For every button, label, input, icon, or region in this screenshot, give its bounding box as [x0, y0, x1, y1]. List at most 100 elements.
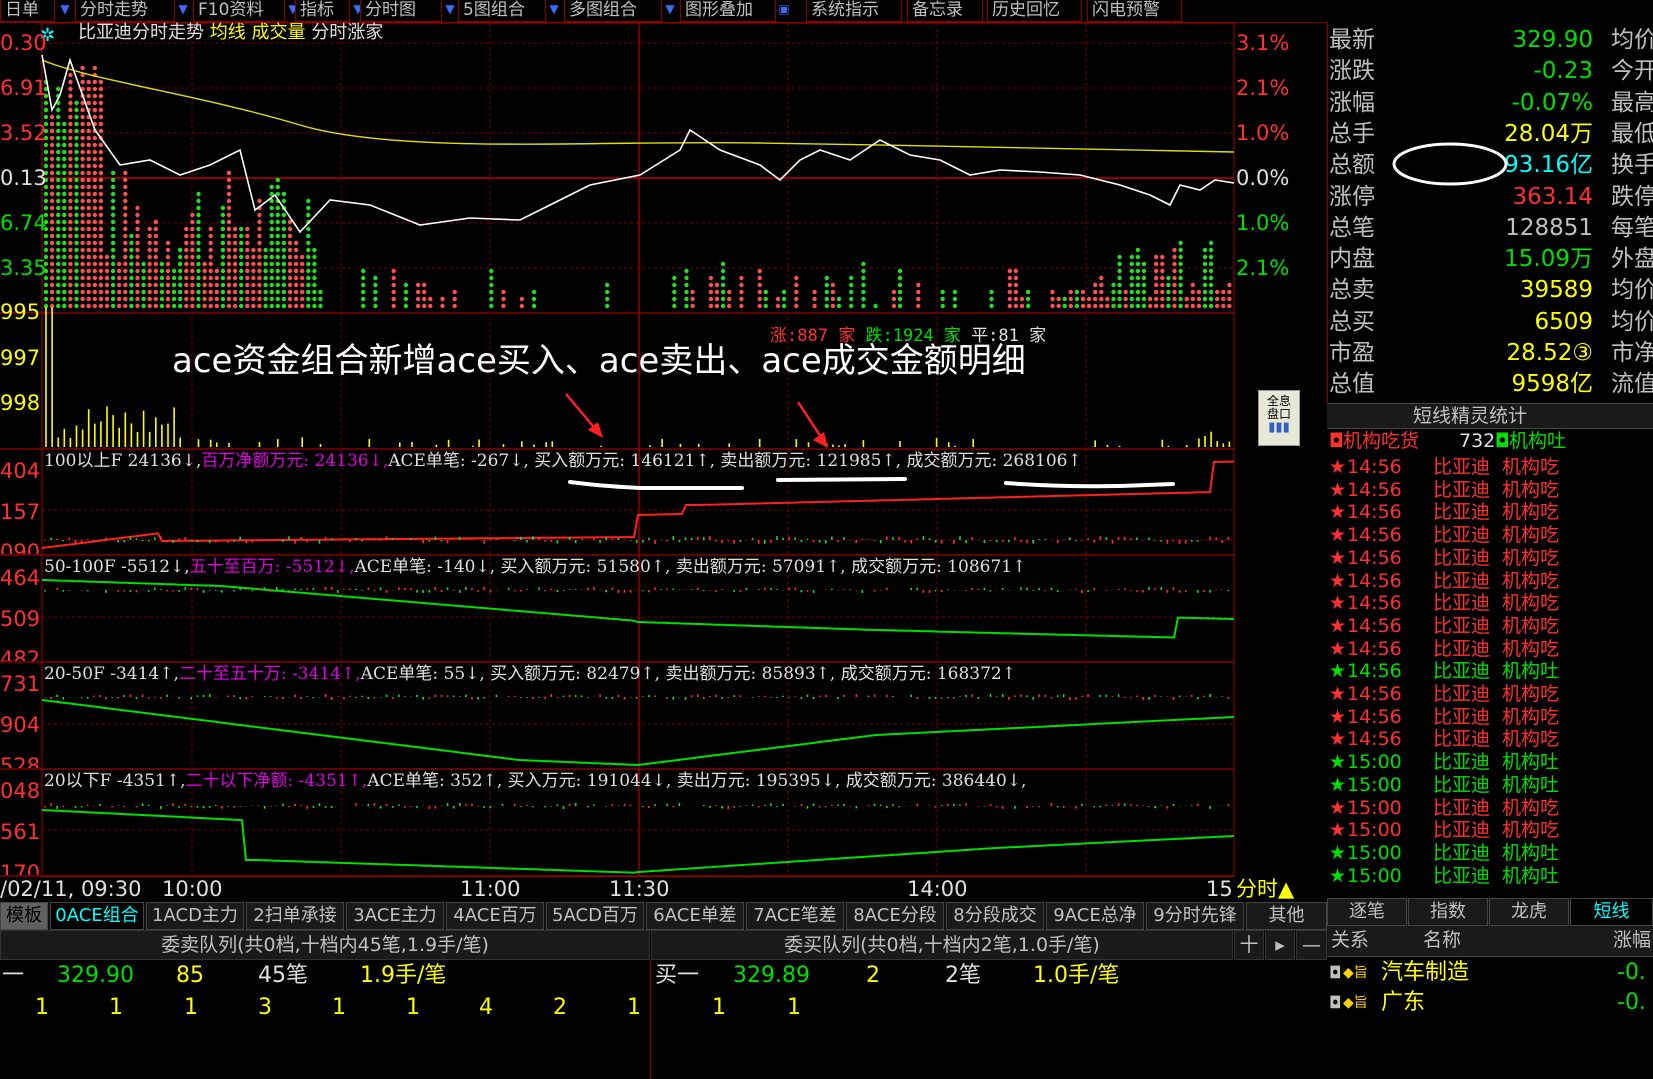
- tab-ace-combo[interactable]: 0ACE组合: [50, 902, 144, 930]
- toolbar-item-8[interactable]: 系统指示: [806, 0, 902, 22]
- volume-dot: [92, 65, 98, 71]
- volume-dot: [281, 275, 287, 281]
- sprite-row[interactable]: ★ 15:00 比亚迪 机构吐: [1327, 842, 1653, 865]
- sector-row[interactable]: ◘ ◆旨 汽车制造 -0.: [1327, 958, 1653, 988]
- quote-label: 总值: [1329, 371, 1375, 398]
- intraday-chart[interactable]: [0, 22, 1327, 877]
- volume-dot: [708, 282, 714, 288]
- volume-dot: [1117, 275, 1122, 281]
- settings-small-icon[interactable]: ▣: [776, 0, 792, 22]
- sprite-row[interactable]: ★ 15:00 比亚迪 机构吐: [1327, 751, 1653, 774]
- sprite-row[interactable]: ★ 14:56 比亚迪 机构吃: [1327, 638, 1653, 661]
- volume-dot: [281, 233, 287, 239]
- checkbox-icon[interactable]: ◘: [1329, 958, 1342, 988]
- toolbar-item-10[interactable]: 历史回忆: [987, 0, 1082, 22]
- toolbar-item-0[interactable]: 日单: [0, 0, 55, 22]
- volume-dot: [720, 268, 726, 274]
- volume-dot: [239, 296, 244, 302]
- tab[interactable]: 7ACE笔差: [746, 902, 844, 930]
- toolbar-item-3[interactable]: 指标: [295, 0, 350, 22]
- right-axis-label: 1.0%: [1236, 121, 1290, 145]
- tab[interactable]: 6ACE单差: [646, 902, 744, 930]
- volume-dot: [232, 296, 238, 302]
- volume-dot: [98, 86, 104, 92]
- volume-dot: [74, 303, 79, 309]
- volume-dot: [1050, 303, 1055, 309]
- tab-other[interactable]: 其他: [1246, 902, 1327, 930]
- volume-dot: [720, 261, 726, 267]
- sprite-row[interactable]: ★ 14:56 比亚迪 机构吃: [1327, 547, 1653, 570]
- toolbar-item-1[interactable]: 分时走势: [75, 0, 175, 22]
- dropdown-arrow-icon[interactable]: ▼: [442, 0, 458, 22]
- sprite-row[interactable]: ★ 14:56 比亚迪 机构吃: [1327, 570, 1653, 593]
- tab[interactable]: 9ACE总净: [1046, 902, 1144, 930]
- tab[interactable]: 3ACE主力: [346, 902, 444, 930]
- chart-title-breadth[interactable]: 分时涨家: [311, 22, 383, 43]
- sprite-row[interactable]: ★ 14:56 比亚迪 机构吃: [1327, 501, 1653, 524]
- tab-template[interactable]: 模板: [0, 902, 48, 930]
- minimize-button[interactable]: —: [1296, 930, 1327, 960]
- checkbox-icon[interactable]: ◘: [1495, 429, 1510, 453]
- quote-label-right: 跌停: [1611, 183, 1653, 210]
- volume-dot: [1154, 296, 1159, 302]
- sprite-row[interactable]: ★ 14:56 比亚迪 机构吃: [1327, 615, 1653, 638]
- volume-dot: [159, 275, 165, 281]
- toolbar-item-2[interactable]: F10资料: [193, 0, 285, 22]
- sprite-row[interactable]: ★ 14:56 比亚迪 机构吃: [1327, 524, 1653, 547]
- checkbox-icon[interactable]: ◘: [1329, 429, 1344, 453]
- tab[interactable]: 2扫单承接: [246, 902, 344, 930]
- sprite-row[interactable]: ★ 14:56 比亚迪 机构吃: [1327, 683, 1653, 706]
- dropdown-arrow-icon[interactable]: ▼: [546, 0, 562, 22]
- toolbar-item-6[interactable]: 多图组合: [564, 0, 662, 22]
- full-info-button[interactable]: 全息盘口 ▮▮▮: [1258, 390, 1300, 446]
- expand-button[interactable]: 十: [1234, 930, 1264, 960]
- sprite-row[interactable]: ★ 15:00 比亚迪 机构吃: [1327, 797, 1653, 820]
- intraday-mode-button[interactable]: 分时▲: [1236, 877, 1294, 901]
- dropdown-arrow-icon[interactable]: ▼: [175, 0, 191, 22]
- sprite-row[interactable]: ★ 15:00 比亚迪 机构吃: [1327, 819, 1653, 842]
- dropdown-arrow-icon[interactable]: ▼: [662, 0, 678, 22]
- tab[interactable]: 4ACE百万: [446, 902, 544, 930]
- tab-tick-detail[interactable]: 逐笔: [1327, 898, 1407, 926]
- dropdown-arrow-icon[interactable]: ▼: [57, 0, 73, 22]
- tab[interactable]: 8ACE分段: [846, 902, 944, 930]
- sprite-row[interactable]: ★ 14:56 比亚迪 机构吃: [1327, 479, 1653, 502]
- sprite-row[interactable]: ★ 15:00 比亚迪 机构吐: [1327, 774, 1653, 797]
- tab[interactable]: 1ACD主力: [146, 902, 244, 930]
- tab[interactable]: 5ACD百万: [546, 902, 644, 930]
- volume-dot: [80, 163, 85, 169]
- sprite-row[interactable]: ★ 15:00 比亚迪 机构吐: [1327, 865, 1653, 888]
- tab-dragon-tiger[interactable]: 龙虎: [1489, 898, 1569, 926]
- volume-dot: [196, 275, 201, 281]
- next-arrow-icon[interactable]: ▸: [1265, 930, 1295, 960]
- sprite-row[interactable]: ★ 14:56 比亚迪 机构吃: [1327, 706, 1653, 729]
- volume-dot: [1062, 303, 1067, 309]
- tab[interactable]: 8分段成交: [946, 902, 1044, 930]
- checkbox-icon[interactable]: ◘: [1329, 988, 1342, 1018]
- volume-dot: [232, 275, 238, 281]
- sector-row[interactable]: ◘ ◆旨 广东 -0.: [1327, 988, 1653, 1018]
- volume-dot: [135, 275, 140, 281]
- chart-title-avg[interactable]: 均线: [210, 22, 246, 43]
- volume-dot: [74, 205, 79, 211]
- volume-dot: [989, 289, 994, 295]
- sprite-row[interactable]: ★ 14:56 比亚迪 机构吃: [1327, 728, 1653, 751]
- sprite-row[interactable]: ★ 14:56 比亚迪 机构吃: [1327, 456, 1653, 479]
- toolbar-item-4[interactable]: 分时图: [360, 0, 442, 22]
- chart-title-volume[interactable]: 成交量: [251, 22, 305, 43]
- toolbar-item-5[interactable]: 5图组合: [458, 0, 546, 22]
- volume-dot: [287, 226, 293, 232]
- volume-dot: [208, 303, 213, 309]
- toolbar-item-11[interactable]: 闪电预警: [1087, 0, 1182, 22]
- tab[interactable]: 9分时先锋: [1146, 902, 1244, 930]
- quote-row: 涨幅 -0.07% 最高: [1327, 88, 1653, 119]
- tab-index[interactable]: 指数: [1408, 898, 1488, 926]
- tab-short-term[interactable]: 短线: [1570, 898, 1653, 926]
- volume-dot: [422, 303, 427, 309]
- toolbar-item-9[interactable]: 备忘录: [907, 0, 983, 22]
- sprite-row[interactable]: ★ 14:56 比亚迪 机构吐: [1327, 660, 1653, 683]
- sprite-row[interactable]: ★ 14:56 比亚迪 机构吃: [1327, 592, 1653, 615]
- volume-dot: [312, 296, 317, 302]
- chart-title-intraday[interactable]: 分时走势: [132, 22, 204, 43]
- toolbar-item-7[interactable]: 图形叠加: [680, 0, 776, 22]
